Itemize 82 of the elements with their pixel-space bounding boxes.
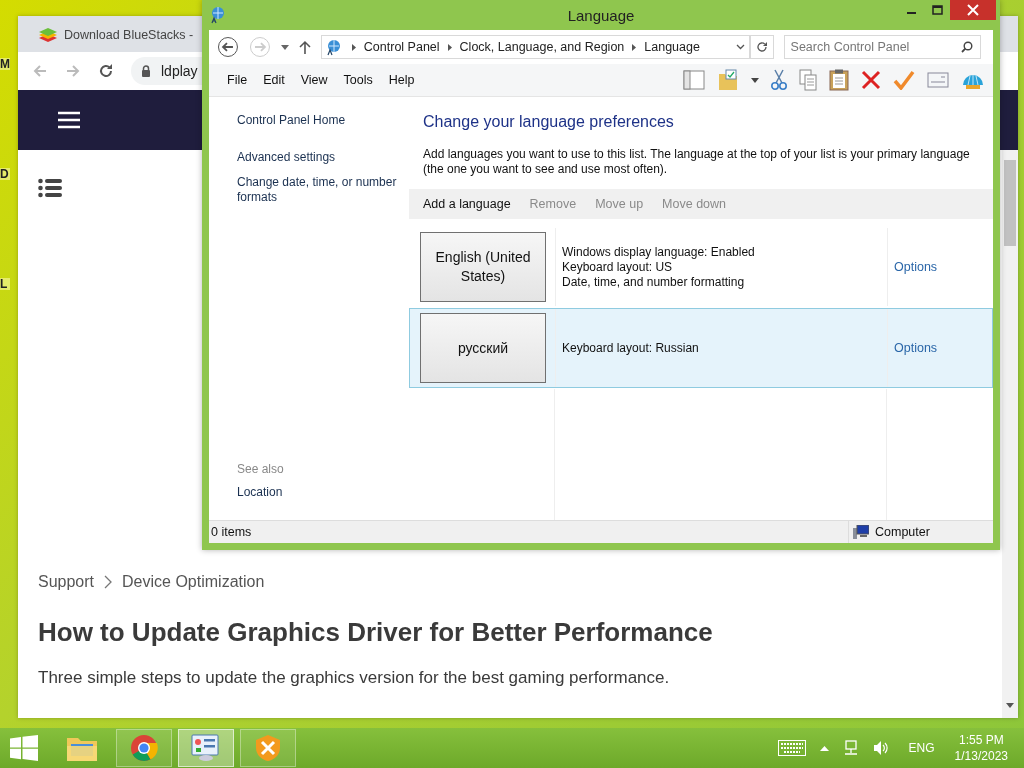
scrollbar[interactable]: [1002, 150, 1018, 718]
desktop-icon-label[interactable]: D: [0, 168, 10, 180]
language-row[interactable]: русский Keyboard layout: Russian Options: [409, 308, 993, 388]
keyboard-icon[interactable]: [777, 740, 806, 756]
minimize-icon: [906, 12, 916, 14]
lock-icon: [141, 65, 151, 77]
language-button[interactable]: русский: [420, 313, 546, 383]
language-detail: Windows display language: Enabled: [562, 244, 756, 260]
menu-item[interactable]: View: [292, 73, 336, 87]
triangle-right-icon: [632, 43, 637, 51]
control-panel-icon: [190, 734, 222, 762]
menu-item[interactable]: Edit: [255, 73, 293, 87]
address-bar[interactable]: ldplay: [131, 57, 205, 85]
language-detail: Keyboard layout: US: [562, 259, 674, 275]
windows-logo-icon[interactable]: [10, 735, 38, 761]
desktop-icon-label[interactable]: L: [0, 278, 10, 290]
checkmark-icon[interactable]: [893, 70, 915, 90]
menu-item[interactable]: File: [219, 73, 256, 87]
options-link[interactable]: Options: [894, 260, 938, 274]
volume-icon[interactable]: [872, 740, 889, 756]
back-icon[interactable]: [217, 36, 239, 58]
search-icon: [961, 41, 973, 53]
caret-up-icon[interactable]: [819, 745, 829, 751]
sidebar-link[interactable]: Change date, time, or number formats: [237, 175, 407, 205]
forward-icon[interactable]: [65, 63, 81, 79]
desktop-icon-label[interactable]: M: [0, 58, 10, 70]
location-label: Computer: [875, 525, 930, 539]
language-detail: Keyboard layout: Russian: [562, 340, 700, 356]
article-subtitle: Three simple steps to update the graphics version for the best gaming performance.: [38, 668, 671, 688]
tools-icon: [254, 734, 282, 762]
maximize-icon: [931, 5, 943, 15]
scrollbar-thumb[interactable]: [1004, 160, 1016, 246]
language-row[interactable]: English (United States) Windows display language: Enabled Keyboard layout: US Date, time, and number formatting Options: [409, 227, 993, 307]
up-arrow-icon[interactable]: [298, 40, 311, 54]
item-count: 0 items: [210, 525, 252, 539]
refresh-icon: [755, 41, 768, 53]
language-detail: Date, time, and number formatting: [562, 274, 746, 290]
menu-item[interactable]: Tools: [335, 73, 381, 87]
delete-icon[interactable]: [861, 70, 881, 90]
address-field[interactable]: Control Panel Clock, Language, and Region Language: [320, 35, 750, 59]
sidebar-link[interactable]: Location: [237, 485, 407, 500]
forward-icon[interactable]: [248, 36, 271, 58]
search-field[interactable]: Search Control Panel: [783, 35, 981, 59]
page-heading: Change your language preferences: [423, 113, 675, 131]
layout-icon[interactable]: [683, 70, 705, 90]
reload-icon[interactable]: [98, 63, 114, 79]
breadcrumb-link[interactable]: Device Optimization: [122, 573, 265, 591]
language-button[interactable]: English (United States): [420, 232, 546, 302]
taskbar-app-button[interactable]: [178, 729, 234, 767]
menu-icon[interactable]: [58, 111, 80, 129]
computer-icon: [853, 525, 869, 539]
breadcrumb-link[interactable]: Support: [38, 573, 95, 591]
clipboard-icon[interactable]: [829, 69, 849, 91]
scissors-icon[interactable]: [771, 69, 787, 91]
copy-icon[interactable]: [799, 69, 817, 91]
close-icon: [967, 4, 979, 16]
chevron-right-icon: [104, 575, 113, 589]
scroll-down-icon[interactable]: [1006, 703, 1014, 708]
menu-item[interactable]: Help: [380, 73, 423, 87]
network-icon[interactable]: [842, 740, 859, 756]
sidebar-link[interactable]: Advanced settings: [237, 150, 407, 165]
card-icon[interactable]: [927, 72, 949, 88]
dropdown-icon[interactable]: [751, 77, 759, 83]
triangle-right-icon: [351, 43, 356, 51]
refresh-button[interactable]: [749, 35, 774, 59]
sidebar-link[interactable]: Control Panel Home: [237, 113, 407, 128]
list-icon[interactable]: [38, 178, 62, 198]
triangle-right-icon: [447, 43, 452, 51]
see-also-heading: See also: [237, 462, 285, 476]
dropdown-icon[interactable]: [280, 44, 289, 50]
window-title: Language: [566, 6, 636, 24]
description-text: Add languages you want to use to this list. The language at the top of your list is your primary language (the one you want to see and use most often).: [423, 147, 971, 177]
layers-icon: [38, 27, 58, 43]
folder-icon[interactable]: [717, 69, 739, 91]
chevron-down-icon[interactable]: [735, 44, 745, 50]
toolbar-button[interactable]: Add a language: [423, 197, 511, 211]
taskbar-app-button[interactable]: [240, 729, 296, 767]
chrome-icon: [130, 734, 158, 762]
taskbar-app-button[interactable]: [116, 729, 172, 767]
options-link[interactable]: Options: [894, 341, 938, 355]
article-title: How to Update Graphics Driver for Better Performance: [38, 617, 714, 648]
close-button[interactable]: [950, 0, 996, 20]
